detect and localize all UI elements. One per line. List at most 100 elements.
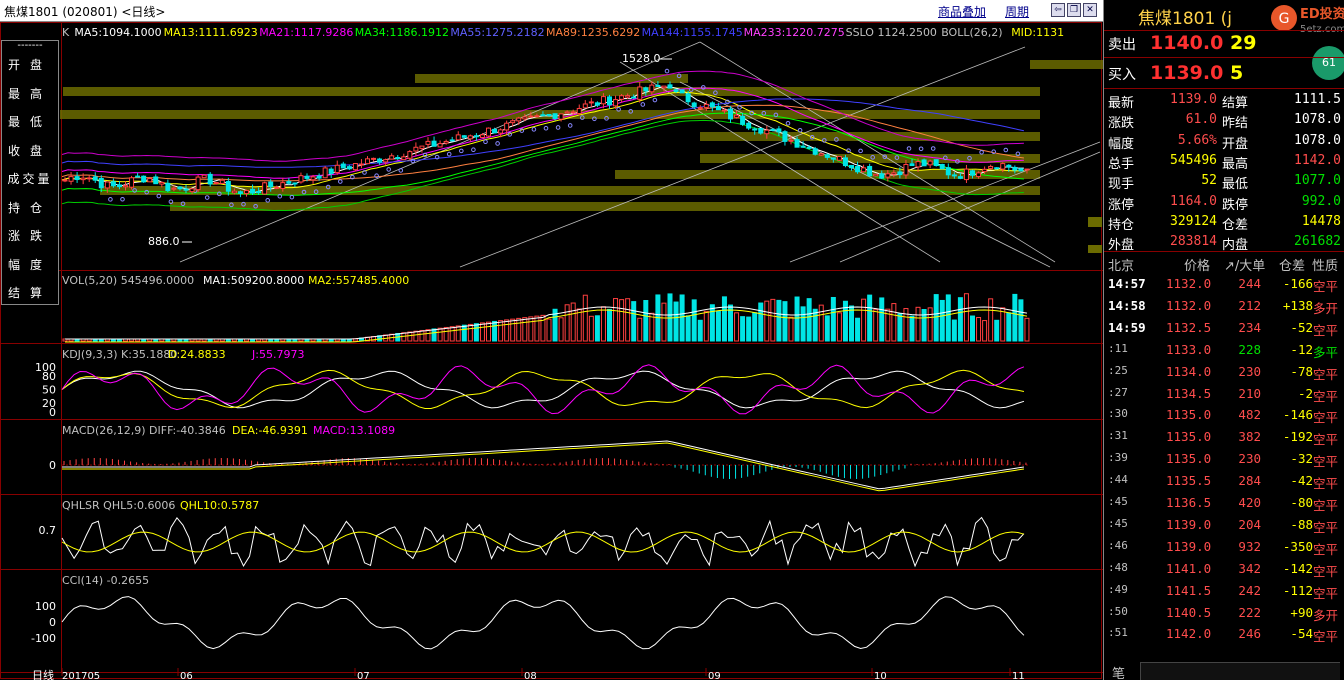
kdj-axis-tick: 50 [42,384,56,397]
menu-item-low[interactable]: 最低 [2,108,58,137]
sell-volume: 29 [1230,32,1257,54]
tick-nature: 空平 [1313,541,1339,557]
candle-body [576,108,582,115]
tick-nature: 空平 [1313,454,1339,470]
tick-price: 1135.0 [1166,407,1212,423]
volume-bar [594,315,600,342]
menu-item-high[interactable]: 最高 [2,80,58,109]
kdj-j-legend: J:55.7973 [251,348,304,361]
ma-legend-item: MA144:1155.1745 [642,26,743,39]
tick-row: :45 1139.0 204 -88 空平 [1104,514,1344,536]
candle-body [570,111,576,114]
stat-value: 261682 [1294,234,1341,250]
candle-body [98,177,104,189]
volume-bar [534,315,540,342]
tick-row: :50 1140.5 222 +90 多开 [1104,602,1344,624]
sar-dot [471,147,476,152]
volume-bar [467,323,473,342]
ma-legend-item: MA233:1220.7275 [744,26,845,39]
menu-item-settle[interactable]: 结算 [2,279,58,308]
volume-bar [455,325,461,342]
candle-body [800,145,806,148]
stat-label: 最新 [1108,96,1135,111]
stat-label: 总手 [1108,156,1135,172]
menu-item-open-interest[interactable]: 持仓 [2,194,58,223]
period-menu-link[interactable]: 周期 [1005,3,1029,20]
menu-item-volume[interactable]: 成交量 [2,165,58,194]
tick-row: :25 1134.0 230 -78 空平 [1104,361,1344,383]
volume-bar [685,315,691,342]
svg-text:G: G [1279,11,1290,27]
close-icon[interactable]: ✕ [1083,3,1097,17]
volume-bar [970,315,975,342]
data-field-menu[interactable]: ------- 开盘 最高 最低 收盘 成交量 持仓 涨跌 幅度 结算 [1,40,59,305]
candle-body [625,95,631,98]
tick-nature: 多开 [1313,607,1339,623]
tick-time: :49 [1108,582,1128,596]
kdj-axis-tick: 0 [49,406,56,419]
candle-body [310,176,316,181]
volume-bar [721,296,727,342]
back-icon[interactable]: ⇦ [1051,3,1065,17]
candle-body [788,139,794,142]
candle-body [728,108,733,120]
tick-volume: 204 [1238,516,1261,532]
candle-body [752,128,758,131]
tick-row: :46 1139.0 932 -350 空平 [1104,536,1344,558]
sar-dot [338,179,343,184]
volume-bar [564,304,570,342]
sar-dot [652,97,658,103]
volume-bar [927,307,933,342]
candle-body [836,155,842,161]
candle-body [764,129,770,135]
volume-bar [413,330,419,342]
tick-oi-change: -12 [1290,341,1313,357]
candle-body [891,172,897,175]
volume-bar [613,298,619,342]
volume-bar [697,319,703,342]
tick-oi-change: -350 [1282,538,1313,554]
volume-bar [576,308,582,342]
candle-body [280,182,286,190]
tick-volume: 228 [1238,341,1261,357]
stat-value: 61.0 [1185,112,1217,128]
menu-item-pct[interactable]: 幅度 [2,251,58,280]
menu-item-change[interactable]: 涨跌 [2,222,58,251]
kdj-d-legend: D:24.8833 [168,348,226,361]
stat-label: 结算 [1222,96,1249,111]
tick-row: 14:59 1132.5 234 -52 空平 [1104,317,1344,339]
kline-chart-svg[interactable]: 1528.0886.0K MA5:1094.1000 MA13:1111.6923 M… [0,22,1103,680]
volume-bar [498,320,504,342]
restore-icon[interactable]: ❐ [1067,3,1081,17]
candle-body [534,115,540,118]
chart-title-bar: 焦煤1801 (020801) <日线> 商品叠加 周期 ⇦ ❐ ✕ [0,0,1103,22]
menu-item-open[interactable]: 开盘 [2,51,58,80]
volume-bar [473,323,479,342]
candle-body [183,188,189,191]
candle-body [237,191,243,194]
volume-bar [1006,312,1012,342]
stat-label: 持仓 [1108,217,1135,233]
tick-price: 1135.0 [1166,429,1212,445]
sell-price: 1140.0 [1150,32,1224,54]
volume-bar [806,298,812,342]
candle-body [371,157,377,160]
stat-value: 329124 [1170,213,1217,229]
tick-oi-change: -42 [1290,473,1313,489]
kline-chart-area[interactable]: 1528.0 886.0 K MA5:1094.1000 MA13:1111.6923 M… [0,22,1103,680]
price-band [1088,217,1102,227]
cci-line [61,596,1025,650]
overlay-menu-link[interactable]: 商品叠加 [938,3,986,20]
candle-body [637,86,643,100]
menu-item-close[interactable]: 收盘 [2,137,58,166]
candle-body [159,181,165,185]
stat-value: 1077.0 [1294,173,1341,189]
candle-body [340,163,346,169]
tick-volume: 222 [1238,604,1261,620]
candle-body [316,175,322,179]
cci-legend: CCI(14) -0.2655 [62,574,149,587]
volume-bar [516,317,522,342]
tick-volume: 482 [1238,407,1261,423]
candle-body [250,188,256,194]
ticks-scrollbar[interactable] [1140,662,1340,680]
